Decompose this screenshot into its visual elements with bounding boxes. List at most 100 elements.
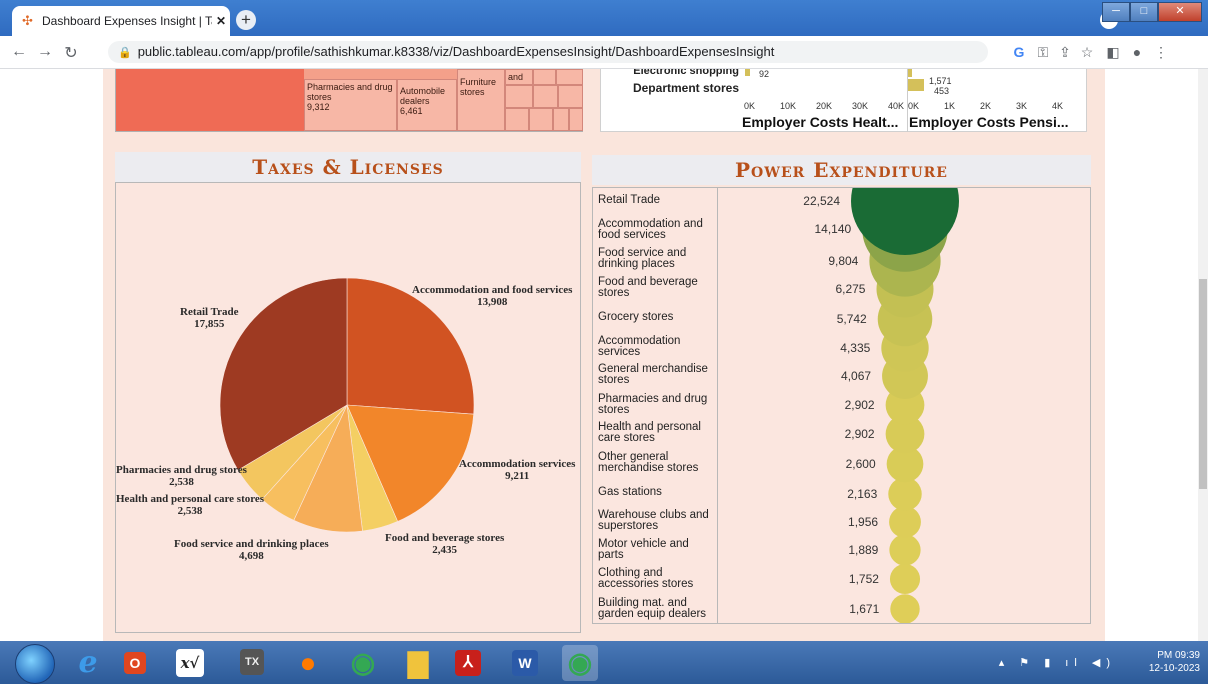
treemap-cell[interactable]: [558, 85, 583, 108]
treemap-cell-label: Pharmacies and drug stores: [307, 82, 393, 102]
treemap-cell-value: 6,461: [400, 106, 423, 116]
treemap-cell-label: Automobile dealers: [400, 86, 446, 106]
clock[interactable]: PM 09:39 12-10-2023: [1149, 649, 1200, 675]
treemap-cell-label: Furniture stores: [460, 77, 497, 97]
texmaker-icon[interactable]: TX: [240, 649, 264, 675]
dashboard: Pharmacies and drug stores 9,312 Automob…: [103, 69, 1105, 641]
new-tab-button[interactable]: +: [236, 10, 256, 30]
pie-label: Accommodation services 9,211: [459, 458, 576, 482]
acrobat-icon[interactable]: ⅄: [455, 650, 481, 676]
browser-tab[interactable]: ✣ Dashboard Expenses Insight | Tab ✕: [12, 6, 230, 36]
page-scrollbar[interactable]: [1198, 69, 1208, 641]
power-bubble[interactable]: [889, 534, 921, 566]
treemap-cell[interactable]: [553, 108, 569, 131]
employer-costs-bar-charts: Electronic shopping Department stores 92…: [600, 69, 1087, 132]
page-viewport: Pharmacies and drug stores 9,312 Automob…: [0, 69, 1198, 641]
treemap-cell[interactable]: Automobile dealers 6,461: [397, 79, 457, 131]
lock-icon: 🔒: [118, 47, 132, 59]
treemap-cell-label: and: [508, 72, 524, 82]
treemap-cell-value: 9,312: [307, 102, 330, 112]
start-button[interactable]: [15, 644, 55, 684]
power-bubble[interactable]: [889, 563, 921, 595]
internet-explorer-icon[interactable]: e: [70, 645, 106, 681]
bar-value-label: 1,571: [929, 76, 952, 86]
treemap-cell[interactable]: [556, 69, 583, 85]
axis-tick-label: 2K: [980, 101, 992, 111]
address-bar: ← → ↻ 🔒 public.tableau.com/app/profile/sa…: [0, 36, 1208, 69]
treemap-cell[interactable]: [529, 108, 553, 131]
clock-date: 12-10-2023: [1148, 663, 1200, 674]
axis-tick-label: 4K: [1052, 101, 1064, 111]
treemap-chart[interactable]: Pharmacies and drug stores 9,312 Automob…: [115, 69, 583, 132]
url-field[interactable]: 🔒 public.tableau.com/app/profile/sathishk…: [108, 41, 988, 63]
minimize-button[interactable]: ─: [1102, 2, 1130, 22]
bar-row-label: Electronic shopping: [633, 69, 739, 77]
left-axis-title: Employer Costs Healt...: [742, 114, 899, 130]
treemap-cell[interactable]: Pharmacies and drug stores 9,312: [304, 79, 397, 131]
taxes-pie-chart[interactable]: [116, 183, 580, 632]
axis-tick-label: 30K: [852, 101, 869, 111]
pie-label: Food and beverage stores 2,435: [385, 532, 505, 556]
scrollbar-thumb[interactable]: [1199, 279, 1207, 489]
bookmark-star-icon[interactable]: ☆: [1078, 44, 1096, 61]
power-expenditure-title: Power Expenditure: [592, 155, 1091, 185]
share-icon[interactable]: ⇪: [1056, 44, 1074, 61]
math-app-icon[interactable]: x√: [176, 649, 204, 677]
office-icon[interactable]: O: [124, 652, 146, 674]
browser-tab-strip: ✣ Dashboard Expenses Insight | Tab ✕ + ▾…: [0, 0, 1208, 36]
axis-tick-label: 1K: [944, 101, 956, 111]
treemap-cell[interactable]: and: [505, 69, 533, 85]
google-icon[interactable]: G: [1010, 44, 1028, 60]
kebab-menu-icon[interactable]: ⋮: [1152, 44, 1170, 61]
window-controls: ─ □ ✕: [1102, 2, 1202, 22]
chrome-active-icon[interactable]: ◉: [562, 645, 598, 681]
pie-label: Health and personal care stores 2,538: [116, 493, 265, 517]
close-window-button[interactable]: ✕: [1158, 2, 1202, 22]
axis-tick-label: 40K: [888, 101, 905, 111]
back-arrow-icon[interactable]: ←: [10, 43, 28, 61]
taxes-pie-panel: Accommodation and food services 13,908 Ac…: [115, 182, 581, 633]
power-bubble[interactable]: [890, 594, 920, 623]
bar-value-label: 453: [934, 86, 950, 96]
bar-value-label: 92: [759, 69, 770, 79]
treemap-cell[interactable]: Furniture stores: [457, 69, 505, 131]
close-tab-icon[interactable]: ✕: [212, 14, 230, 28]
reload-icon[interactable]: ↻: [62, 43, 80, 63]
axis-tick-label: 3K: [1016, 101, 1028, 111]
axis-tick-label: 10K: [780, 101, 797, 111]
windows-taskbar: e O x√ TX ● ◉ ▇ ⅄ W ◉ ▴ ⚑ ▮ ıl ◀) PM 09:…: [0, 641, 1208, 684]
tableau-favicon-icon: ✣: [22, 13, 33, 28]
bar[interactable]: [908, 79, 924, 91]
pie-label: Accommodation and food services 13,908: [412, 284, 573, 308]
maximize-button[interactable]: □: [1130, 2, 1158, 22]
firefox-icon[interactable]: ●: [290, 645, 326, 681]
key-icon[interactable]: ⚿: [1034, 44, 1052, 61]
treemap-cell[interactable]: [533, 85, 558, 108]
clock-time: PM 09:39: [1157, 650, 1200, 661]
word-icon[interactable]: W: [512, 650, 538, 676]
tab-title: Dashboard Expenses Insight | Tab: [42, 14, 212, 28]
axis-tick-label: 0K: [908, 101, 920, 111]
bar[interactable]: [745, 69, 750, 76]
profile-avatar[interactable]: ●: [1128, 44, 1146, 60]
axis-tick-label: 0K: [744, 101, 756, 111]
chrome-icon[interactable]: ◉: [345, 645, 381, 681]
treemap-cell-large[interactable]: [116, 69, 304, 131]
pie-label: Retail Trade 17,855: [180, 306, 239, 330]
side-panel-icon[interactable]: ◧: [1104, 44, 1122, 61]
power-bubble[interactable]: [889, 506, 921, 538]
bar-row-label: Department stores: [632, 81, 739, 95]
forward-arrow-icon[interactable]: →: [36, 43, 54, 61]
treemap-cell[interactable]: [505, 85, 533, 108]
power-expenditure-panel: Retail Trade 22,524 Accommodation and food…: [592, 187, 1091, 624]
treemap-cell[interactable]: [569, 108, 583, 131]
pie-label: Food service and drinking places 4,698: [174, 538, 329, 562]
file-explorer-icon[interactable]: ▇: [400, 645, 436, 681]
treemap-cell[interactable]: [533, 69, 556, 85]
bar[interactable]: [908, 69, 912, 77]
treemap-cell[interactable]: [505, 108, 529, 131]
url-text: public.tableau.com/app/profile/sathishku…: [137, 44, 775, 59]
system-tray-icons[interactable]: ▴ ⚑ ▮ ıl ◀): [999, 656, 1116, 669]
power-bubble-chart[interactable]: [593, 188, 1090, 623]
taxes-licenses-title: Taxes & Licenses: [115, 152, 581, 182]
